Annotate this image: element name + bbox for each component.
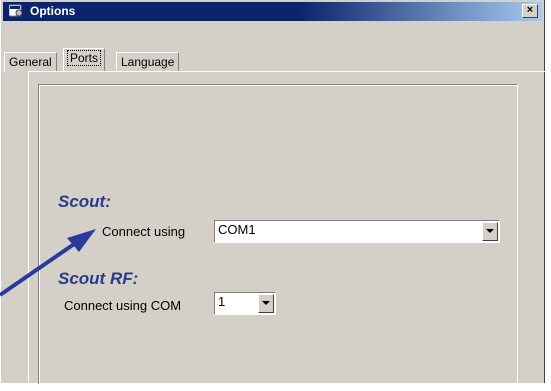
- annotation-arrow: [0, 229, 96, 297]
